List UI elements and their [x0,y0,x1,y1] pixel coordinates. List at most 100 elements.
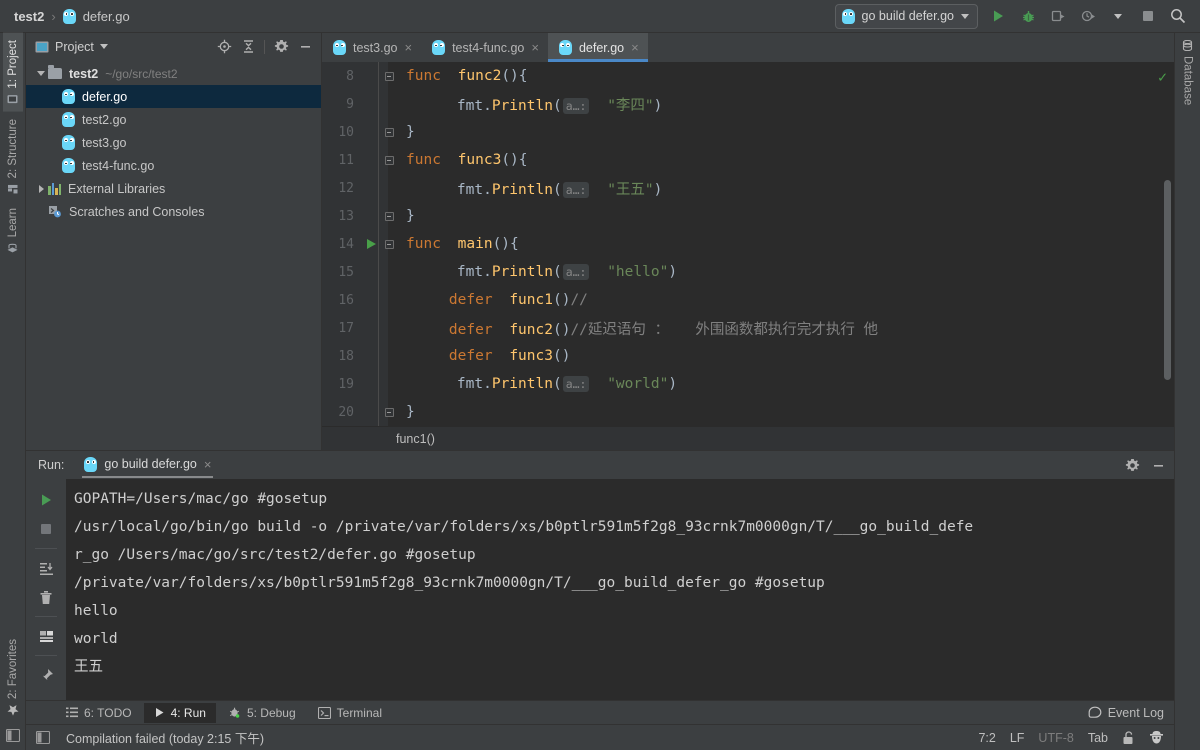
tree-node-test4-func-go[interactable]: test4-func.go [26,154,321,177]
run-configuration-selector[interactable]: go build defer.go [834,3,978,29]
token-fn: Println [491,376,553,392]
stop-icon[interactable] [1138,6,1158,26]
close-icon[interactable]: × [204,458,212,471]
locate-icon[interactable] [214,37,234,57]
parameter-hint: a…: [562,181,590,198]
sidebar-item-project[interactable]: 1: Project [2,33,23,112]
run-panel-body: GOPATH=/Users/mac/go #gosetup/usr/local/… [26,479,1174,700]
code-line[interactable]: 15 fmt.Println(a…: "hello") [322,258,1174,286]
fold-toggle-icon[interactable] [380,407,398,417]
hector-icon[interactable] [1149,730,1164,745]
unlocked-icon[interactable] [1122,730,1135,745]
token-punc: ( [552,181,562,198]
tree-node-defer-go[interactable]: defer.go [26,85,321,108]
chevron-down-icon[interactable] [34,71,48,76]
sidebar-label-project: 1: Project [6,40,19,89]
debug-icon[interactable] [1018,6,1038,26]
tree-node-test2[interactable]: test2 ~/go/src/test2 [26,62,321,85]
rerun-icon[interactable] [33,487,59,513]
minimize-icon[interactable] [295,37,315,57]
run-with-coverage-icon[interactable] [1048,6,1068,26]
run-session-tab[interactable]: go build defer.go × [82,453,214,478]
run-console-output[interactable]: GOPATH=/Users/mac/go #gosetup/usr/local/… [66,479,1174,700]
chevron-right-icon[interactable] [34,184,48,193]
toggle-sidebar-icon[interactable] [36,731,50,744]
fold-toggle-icon[interactable] [380,155,398,165]
run-configuration-label: go build defer.go [861,9,954,23]
token-punc: ) [668,376,678,392]
code-line[interactable]: 8 func func2(){ [322,62,1174,90]
chevron-down-icon[interactable] [1108,6,1128,26]
sidebar-item-learn[interactable]: Learn [3,201,23,260]
bottom-tab-run[interactable]: 4: Run [143,702,216,723]
token-punc: ) [653,97,663,114]
token-sp [406,182,449,198]
file-encoding[interactable]: UTF-8 [1038,731,1073,745]
fold-toggle-icon[interactable] [380,211,398,221]
code-line[interactable]: 16 defer func1()// [322,286,1174,314]
pin-icon[interactable] [33,662,59,688]
search-icon[interactable] [1168,6,1188,26]
tree-node-external-libraries[interactable]: External Libraries [26,177,321,200]
editor-tab-defer-go[interactable]: defer.go × [547,33,648,62]
code-line[interactable]: 12 fmt.Println(a…: "王五") [322,174,1174,202]
code-line[interactable]: 11 func func3(){ [322,146,1174,174]
sidebar-label-favorites: 2: Favorites [6,638,19,699]
bottom-tab-todo[interactable]: 6: TODO [56,703,142,723]
code-line[interactable]: 19 fmt.Println(a…: "world") [322,370,1174,398]
tree-node-scratches[interactable]: Scratches and Consoles [26,200,321,223]
code-line[interactable]: 17 defer func2()//延迟语句 ： 外围函数都执行完才执行 他 [322,314,1174,342]
code-line[interactable]: 20} [322,398,1174,426]
trash-icon[interactable] [33,584,59,610]
code-line[interactable]: 10} [322,118,1174,146]
close-icon[interactable]: × [531,41,539,54]
close-icon[interactable]: × [404,41,412,54]
minimize-icon[interactable] [1148,455,1168,475]
code-line[interactable]: 13} [322,202,1174,230]
code-line[interactable]: 9 fmt.Println(a…: "李四") [322,90,1174,118]
code-editor[interactable]: 8 func func2(){9 fmt.Println(a…: "李四") 10}… [322,62,1174,426]
fold-toggle-icon[interactable] [380,127,398,137]
sidebar-item-favorites[interactable]: 2: Favorites [3,632,23,723]
fold-toggle-icon[interactable] [380,71,398,81]
event-log-label[interactable]: Event Log [1108,706,1164,720]
line-separator[interactable]: LF [1010,731,1025,745]
editor-tab-test4-func-go[interactable]: test4-func.go × [421,33,548,62]
code-line[interactable]: 18 defer func3() [322,342,1174,370]
sidebar-item-structure[interactable]: 2: Structure [3,112,23,201]
stop-icon[interactable] [33,516,59,542]
run-gutter-icon[interactable] [362,239,380,249]
indent-setting[interactable]: Tab [1088,731,1108,745]
collapse-all-icon[interactable] [238,37,258,57]
sidebar-label-structure: 2: Structure [6,118,19,179]
run-icon[interactable] [988,6,1008,26]
soft-wrap-icon[interactable] [33,623,59,649]
chevron-down-icon[interactable] [99,44,108,49]
caret-position[interactable]: 7:2 [978,731,995,745]
profile-icon[interactable] [1078,6,1098,26]
editor-breadcrumb[interactable]: func1() [322,426,1174,450]
token-kw: defer [448,292,493,308]
bottom-tab-debug[interactable]: 5: Debug [218,703,306,723]
editor-tab-test3-go[interactable]: test3.go × [322,33,421,62]
inspection-status-icon[interactable]: ✓ [1158,68,1167,86]
tree-label: External Libraries [68,181,166,196]
token-fn: Println [491,97,553,114]
toggle-sidebar-icon[interactable] [5,723,20,750]
token-str: "world" [607,376,669,392]
gopher-icon [62,8,76,24]
sidebar-label-database: Database [1181,56,1194,106]
code-line[interactable]: 14 func main(){ [322,230,1174,258]
breadcrumb-project[interactable]: test2 [14,9,44,24]
tree-node-test2-go[interactable]: test2.go [26,108,321,131]
sidebar-item-database[interactable]: Database [1178,33,1198,112]
tree-node-test3-go[interactable]: test3.go [26,131,321,154]
gear-icon[interactable] [271,37,291,57]
gear-icon[interactable] [1122,455,1142,475]
scroll-to-end-icon[interactable] [33,555,59,581]
bottom-tab-terminal[interactable]: Terminal [308,703,392,723]
close-icon[interactable]: × [631,41,639,54]
fold-toggle-icon[interactable] [380,239,398,249]
breadcrumb-file[interactable]: defer.go [83,9,130,24]
editor-scrollbar[interactable] [1164,180,1171,380]
